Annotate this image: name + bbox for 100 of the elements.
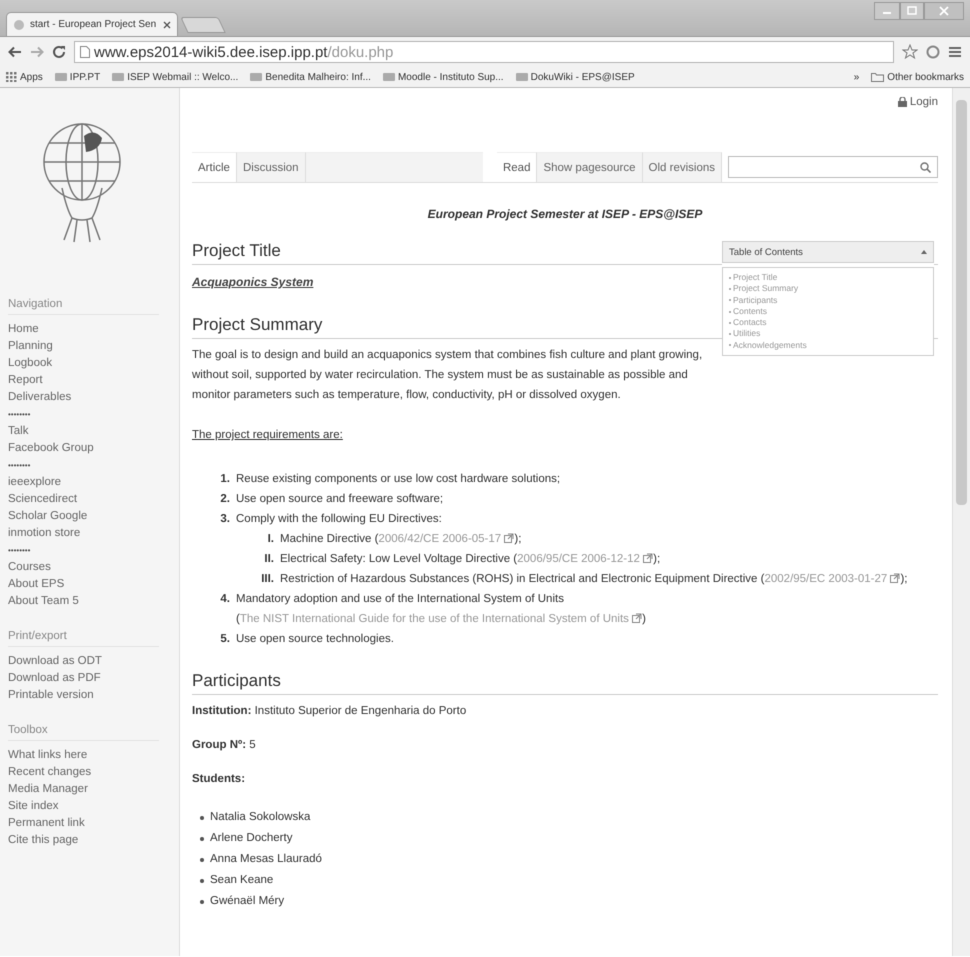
apps-grid-icon [6,72,17,82]
reload-icon[interactable] [52,45,66,59]
sidebar-link[interactable]: Courses [8,559,179,576]
toc-link[interactable]: Acknowledgements [733,340,807,352]
sidebar-link[interactable]: Facebook Group [8,440,179,457]
sidebar-link[interactable]: Deliverables [8,389,179,406]
page-icon [80,46,90,58]
sidebar-link[interactable]: Download as PDF [8,670,179,687]
view-tab[interactable]: Old revisions [642,152,722,182]
sidebar-link[interactable]: Download as ODT [8,653,179,670]
student-name: Sean Keane [210,873,274,888]
list-item-text: Use open source and freeware software; [236,493,444,505]
sidebar-link[interactable]: Sciencedirect [8,491,179,508]
site-favicon-icon [250,72,262,82]
sidebar-link[interactable]: Home [8,321,179,338]
bookmark[interactable]: IPP.PT [54,72,100,82]
students-label: Students: [192,773,246,785]
external-link[interactable]: The NIST International Guide for the use of the International System of Units [240,613,642,625]
toc-link[interactable]: Project Title [733,272,778,284]
caret-icon[interactable] [921,250,927,254]
scrollbar[interactable] [952,88,970,956]
external-link[interactable]: 2006/42/CE 2006-05-17 [378,533,514,545]
login-link[interactable]: Login [910,96,938,108]
list-item-text: Use open source technologies. [236,633,394,645]
sidebar-link[interactable]: Scholar Google [8,508,179,525]
separator-dots: •••••••• [8,460,32,472]
toc-link[interactable]: Participants [733,294,778,306]
sidebar-link[interactable]: Media Manager [8,781,179,798]
menu-icon[interactable] [948,46,962,58]
student-name: Natalia Sokolowska [210,810,310,825]
bookmark[interactable]: Benedita Malheiro: Inf... [250,72,371,82]
list-number: 4. [219,592,231,607]
toc-link[interactable]: Project Summary [733,283,798,295]
back-arrow-icon[interactable] [8,46,22,58]
close-icon[interactable] [163,20,171,28]
maximize-icon[interactable] [900,2,924,20]
bookmark[interactable]: Moodle - Instituto Sup... [382,72,504,82]
site-favicon-icon [112,72,124,82]
list-number: III. [260,572,275,587]
sidebar-link[interactable]: Talk [8,423,179,440]
sidebar-link[interactable]: About EPS [8,576,179,593]
separator-dots: •••••••• [8,409,32,421]
sidebar-link[interactable]: About Team 5 [8,593,179,610]
external-link[interactable]: 2006/95/CE 2006-12-12 [517,553,654,565]
external-link[interactable]: 2002/95/EC 2003-01-27 [764,573,900,585]
list-item-text: Restriction of Hazardous Substances (ROHS) in Electrical and Electronic Equipment Directive (2002/95/EC 2003-01-27 ); [280,573,908,585]
page-tab[interactable]: Article [192,152,237,182]
sidebar-link[interactable]: Recent changes [8,764,179,781]
search-icon[interactable] [920,162,931,172]
new-tab-button[interactable] [180,17,226,33]
list-item-text: Electrical Safety: Low Level Voltage Directive (2006/95/CE 2006-12-12 ); [280,553,660,565]
more-bookmarks-button[interactable]: » [854,72,860,82]
project-name-link[interactable]: Acquaponics System [192,275,314,289]
toc-link[interactable]: Contacts [733,317,767,328]
sidebar-link[interactable]: Logbook [8,355,179,372]
external-link-icon [632,613,642,623]
star-icon[interactable] [902,44,918,60]
student-name: Arlene Docherty [210,831,292,846]
sidebar-link[interactable]: inmotion store [8,525,179,542]
sidebar-link[interactable]: Permanent link [8,815,179,832]
sidebar-link[interactable]: Report [8,372,179,389]
list-number: 1. [219,472,231,487]
sidebar-link[interactable]: What links here [8,747,179,764]
view-tab[interactable]: Show pagesource [537,152,643,182]
sidebar-link[interactable]: Cite this page [8,832,179,849]
list-number: II. [263,552,275,567]
list-number: 2. [219,492,231,507]
sidebar-link[interactable]: Printable version [8,687,179,704]
sidebar-link[interactable]: Site index [8,798,179,815]
student-name: Gwénaël Méry [210,894,284,909]
list-item-text: Machine Directive (2006/42/CE 2006-05-17 ); [280,533,522,545]
view-tab[interactable]: Read [496,152,538,182]
sidebar-link[interactable]: Planning [8,338,179,355]
list-item-text: Mandatory adoption and use of the International System of Units (The NIST International Guide for the use of the International System of Units ) [236,593,646,625]
site-favicon-icon [382,72,395,82]
site-favicon-icon [54,72,67,82]
section-heading: Participants [192,671,938,695]
forward-arrow-icon[interactable] [30,46,44,58]
toc-link[interactable]: Utilities [733,328,760,340]
bookmark[interactable]: Apps [6,72,43,82]
minimize-icon[interactable] [874,2,900,20]
page-tab[interactable]: Discussion [236,152,306,182]
bookmark-folder[interactable]: Other bookmarks [871,72,964,82]
external-link-icon [643,553,654,563]
browser-tab[interactable]: start - European Project Sen [6,12,178,36]
favicon-icon [13,18,25,30]
toc-link[interactable]: Contents [733,306,768,318]
extension-icon[interactable] [926,45,940,59]
address-bar[interactable]: www.eps2014-wiki5.dee.isep.ipp.pt/doku.php [74,41,894,63]
search-field[interactable] [728,156,938,178]
list-item-text: Reuse existing components or use low cost hardware solutions; [236,473,560,485]
bookmark[interactable]: ISEP Webmail :: Welco... [112,72,238,82]
bookmark[interactable]: DokuWiki - EPS@ISEP [516,72,635,82]
sidebar-link[interactable]: ieeexplore [8,474,179,491]
scroll-thumb[interactable] [956,100,967,505]
field-line: Institution: Instituto Superior de Engenharia do Porto [192,705,468,717]
close-icon[interactable] [924,2,964,20]
bullet-icon [200,836,204,840]
list-number: 3. [219,512,231,527]
toc-header[interactable]: Table of Contents [722,241,934,263]
